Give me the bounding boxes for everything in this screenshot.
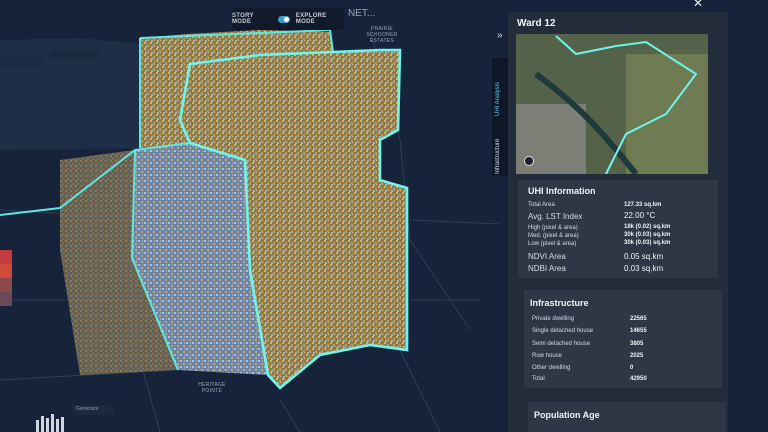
infra-row-label: Row house: [532, 353, 563, 359]
mode-switch[interactable]: [277, 15, 290, 23]
uhi-row-label: NDVI Area: [528, 252, 566, 261]
uhi-info-title: UHI Information: [528, 186, 596, 196]
infra-row-label: Semi detached house: [532, 341, 591, 347]
infra-row-label: Total: [532, 376, 545, 382]
uhi-row-value: 0.03 sq.km: [624, 264, 664, 273]
uhi-row-label: Avg. LST Index: [528, 212, 583, 221]
uhi-row-label: NDBI Area: [528, 264, 566, 273]
panel-title: Ward 12: [517, 18, 556, 29]
infra-row-value: 14655: [630, 328, 647, 334]
infra-row-value: 0: [630, 365, 634, 371]
infra-row-label: Private dwelling: [532, 316, 575, 322]
uhi-row-label: Med. (pixel & area): [528, 233, 579, 239]
uhi-row-value: 0.05 sq.km: [624, 252, 664, 261]
uhi-row-label: Total Area: [528, 202, 555, 208]
population-age-title: Population Age: [534, 410, 600, 420]
heat-regions: [0, 30, 407, 388]
uhi-row-value: 18k (0.02) sq.km: [624, 224, 671, 230]
chevron-right-icon[interactable]: »: [497, 30, 503, 41]
infra-row-label: Single detached house: [532, 328, 594, 334]
left-chip-2[interactable]: [50, 50, 100, 60]
map-label-prairie: PRAIRIE SCHOONER ESTATES: [366, 26, 398, 44]
left-color-bar: [0, 250, 12, 306]
camera-icon[interactable]: [524, 156, 534, 166]
infrastructure-title: Infrastructure: [530, 298, 589, 308]
infra-row-label: Other dwelling: [532, 365, 571, 371]
uhi-row-value: 30k (0.03) sq.km: [624, 232, 671, 238]
uhi-row-value: 127.33 sq.km: [624, 202, 662, 208]
explore-mode-label[interactable]: EXPLORE MODE: [296, 13, 344, 25]
generator-label: Generator: [72, 405, 114, 415]
infra-row-value: 22565: [630, 316, 647, 322]
infra-row-value: 42950: [630, 376, 647, 382]
map-label-heritage: HERITAGE POINTE: [198, 382, 226, 394]
uhi-row-value: 30k (0.03) sq.km: [624, 240, 671, 246]
mode-switch-knob: [283, 16, 289, 22]
infra-row-value: 2025: [630, 353, 644, 359]
story-mode-label[interactable]: STORY MODE: [232, 13, 272, 25]
mode-toggle[interactable]: STORY MODE EXPLORE MODE: [232, 8, 344, 30]
explore-mode-screen: STORY MODE EXPLORE MODE NET... PRAIRIE S…: [0, 0, 768, 432]
close-icon[interactable]: ✕: [693, 0, 703, 10]
top-search-text[interactable]: NET...: [348, 8, 375, 19]
uhi-row-label: High (pixel & area): [528, 225, 578, 231]
tab-uhi-analysis[interactable]: UHI Analysis: [495, 82, 501, 116]
bottom-histogram: [36, 414, 64, 432]
tab-infrastructure[interactable]: Infrastructure: [495, 139, 501, 174]
uhi-row-value: 22.00 °C: [624, 211, 656, 220]
uhi-row-label: Low (pixel & area): [528, 241, 577, 247]
infra-row-value: 3805: [630, 341, 644, 347]
ward-satellite-thumbnail: [516, 34, 708, 174]
left-chip-1[interactable]: [0, 56, 44, 66]
